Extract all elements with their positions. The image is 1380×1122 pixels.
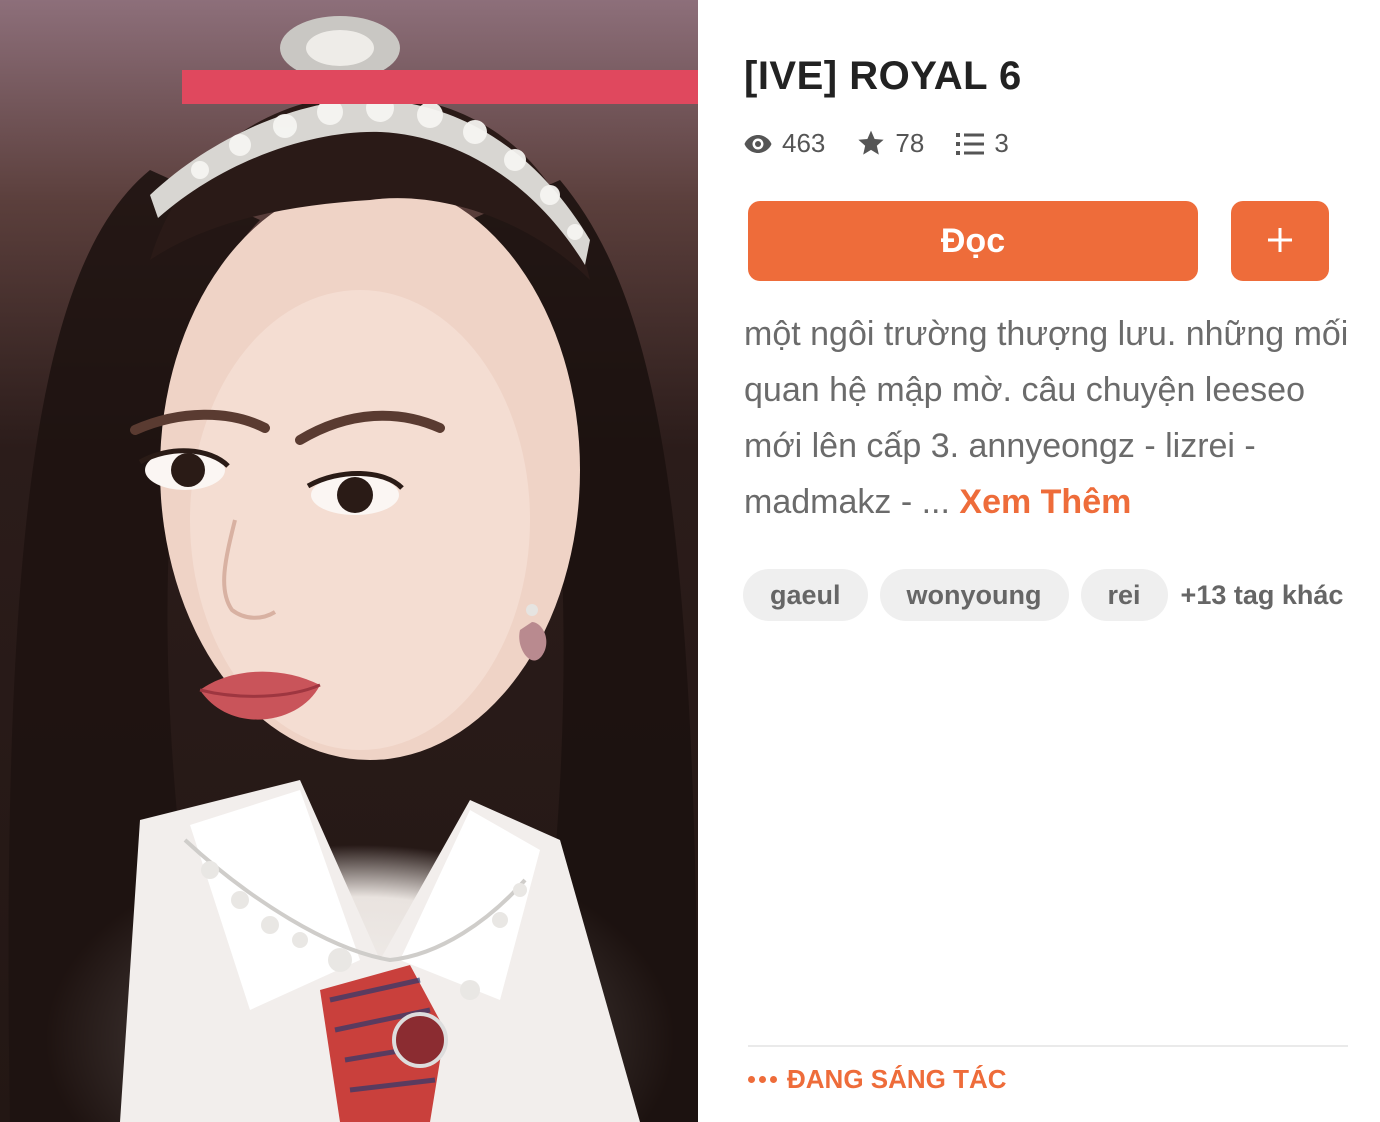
star-icon	[857, 130, 885, 157]
cover-band	[182, 70, 698, 104]
views-count: 463	[782, 128, 826, 158]
story-description: một ngôi trường thượng lưu. những mối qu…	[744, 306, 1364, 530]
parts-stat: 3	[956, 128, 1009, 159]
add-to-library-button[interactable]	[1231, 201, 1329, 281]
tag-list: gaeul wonyoung rei +13 tag khác	[743, 569, 1343, 621]
more-tags-link[interactable]: +13 tag khác	[1181, 580, 1344, 611]
read-button[interactable]: Đọc	[748, 201, 1198, 281]
parts-count: 3	[994, 128, 1009, 158]
story-stats: 463 78 3	[744, 128, 1009, 159]
cover-illustration	[8, 16, 698, 1122]
story-title: [IVE] ROYAL 6	[744, 54, 1022, 98]
story-status: ĐANG SÁNG TÁC	[748, 1064, 1007, 1095]
views-stat: 463	[744, 128, 825, 159]
ellipsis-icon	[748, 1076, 777, 1083]
eye-icon	[744, 134, 772, 154]
see-more-link[interactable]: Xem Thêm	[959, 483, 1131, 521]
tag-pill[interactable]: rei	[1080, 569, 1168, 621]
divider	[748, 1045, 1348, 1047]
votes-stat: 78	[857, 128, 924, 159]
votes-count: 78	[895, 128, 925, 158]
plus-icon	[1267, 227, 1293, 256]
status-label: ĐANG SÁNG TÁC	[787, 1064, 1007, 1094]
tag-pill[interactable]: gaeul	[743, 569, 868, 621]
tag-pill[interactable]: wonyoung	[879, 569, 1069, 621]
cover-image[interactable]	[0, 0, 698, 1122]
list-icon	[956, 132, 985, 156]
